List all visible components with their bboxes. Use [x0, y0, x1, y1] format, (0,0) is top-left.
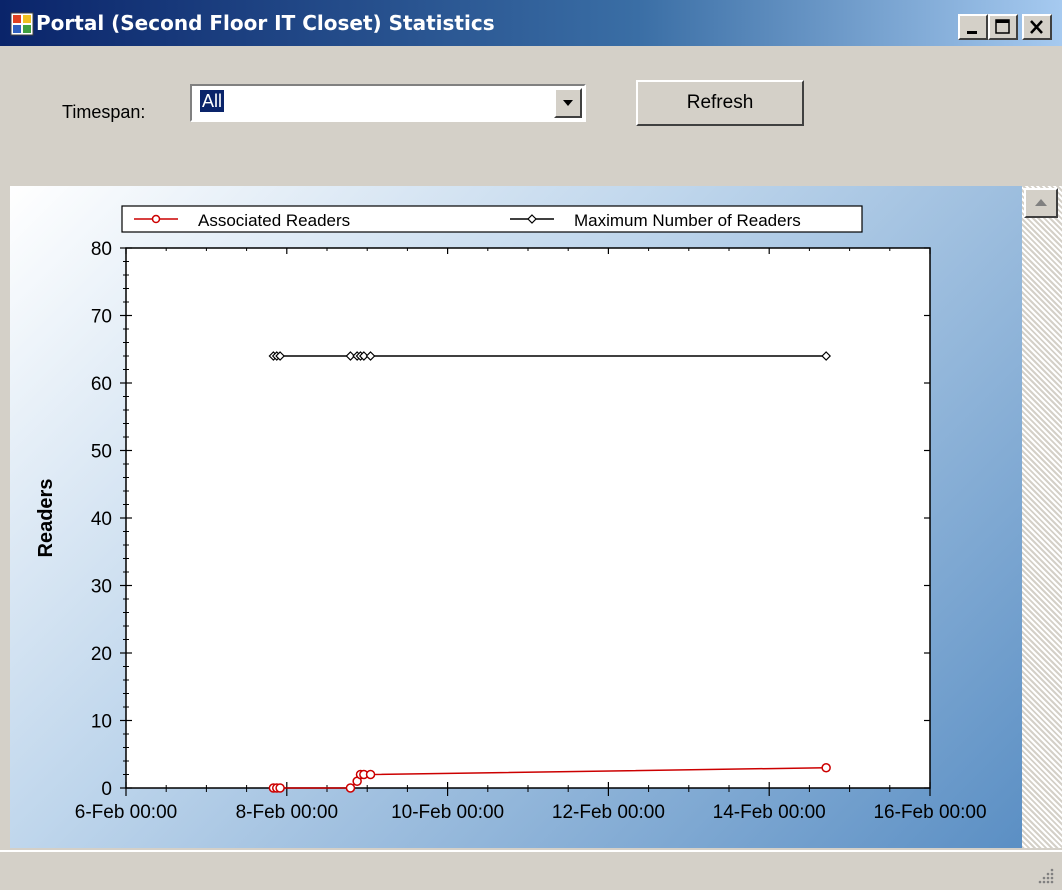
x-tick-label: 16-Feb 00:00	[873, 802, 986, 823]
scroll-up-button[interactable]	[1024, 188, 1058, 218]
timespan-select[interactable]: All	[190, 84, 586, 122]
timespan-dropdown-button[interactable]	[554, 88, 582, 118]
y-tick-label: 60	[91, 374, 112, 395]
y-axis-title: Readers	[35, 479, 57, 558]
x-tick-label: 14-Feb 00:00	[713, 802, 826, 823]
refresh-button[interactable]: Refresh	[636, 80, 804, 126]
minimize-button[interactable]	[958, 14, 988, 40]
y-tick-label: 20	[91, 644, 112, 665]
plot-area	[125, 247, 931, 789]
chevron-down-icon	[563, 100, 573, 106]
title-bar[interactable]: Portal (Second Floor IT Closet) Statisti…	[0, 0, 1062, 46]
size-grip-icon[interactable]	[1036, 866, 1056, 886]
data-point	[821, 763, 831, 773]
y-tick-label: 40	[91, 509, 112, 530]
x-tick-label: 10-Feb 00:00	[391, 802, 504, 823]
legend-marker-associated	[151, 214, 161, 224]
timespan-selected-value: All	[200, 90, 225, 112]
minimize-icon	[967, 31, 977, 34]
app-icon	[10, 12, 34, 36]
close-button[interactable]	[1022, 14, 1052, 40]
x-tick-label: 8-Feb 00:00	[236, 802, 338, 823]
data-point	[365, 769, 376, 780]
window-title: Portal (Second Floor IT Closet) Statisti…	[36, 11, 495, 35]
y-tick-label: 30	[91, 577, 112, 598]
data-point	[345, 783, 356, 793]
chart-panel: 0 10 20 30 40 50 60 70 80 6-Feb 00:00 8-Feb 00:00…	[10, 186, 1022, 848]
legend-label-maximum-number-of-readers: Maximum Number of Readers	[574, 211, 801, 230]
y-tick-label: 80	[91, 239, 112, 260]
legend: Associated Readers Maximum Number of Rea…	[121, 205, 863, 233]
timespan-label: Timespan:	[62, 102, 146, 122]
status-bar	[0, 850, 1062, 890]
close-icon	[1030, 20, 1043, 34]
readers-chart: 0 10 20 30 40 50 60 70 80 6-Feb 00:00 8-Feb 00:00…	[35, 205, 987, 823]
x-tick-label: 6-Feb 00:00	[75, 802, 177, 823]
statistics-window: Portal (Second Floor IT Closet) Statisti…	[0, 0, 1062, 890]
maximize-icon	[995, 19, 1010, 34]
arrow-up-icon	[1035, 199, 1047, 206]
y-tick-label: 10	[91, 712, 112, 733]
legend-label-associated-readers: Associated Readers	[198, 211, 350, 230]
vertical-scrollbar[interactable]	[1022, 186, 1062, 848]
y-tick-label: 70	[91, 307, 112, 328]
maximize-button[interactable]	[988, 14, 1018, 40]
y-tick-label: 50	[91, 442, 112, 463]
y-tick-label: 0	[101, 779, 112, 800]
x-tick-label: 12-Feb 00:00	[552, 802, 665, 823]
data-point	[275, 783, 285, 793]
